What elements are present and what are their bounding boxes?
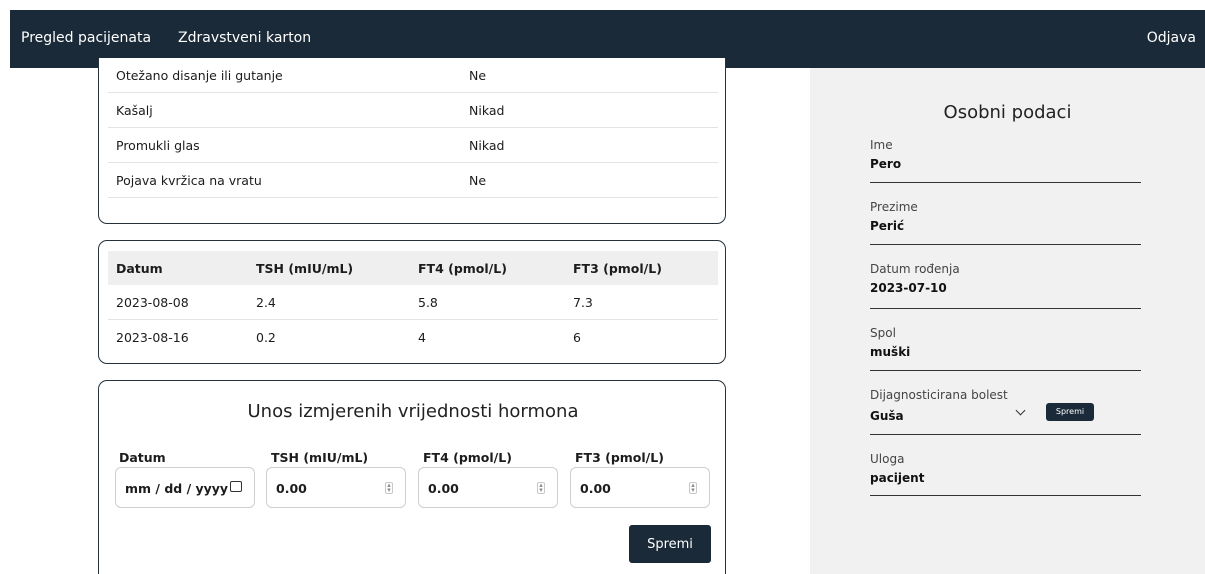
date-label: Datum [119, 450, 166, 465]
cell-ft4: 4 [418, 330, 426, 345]
hormone-entry-form: Unos izmjerenih vrijednosti hormona Datu… [98, 380, 726, 574]
field-value: 2023-07-10 [870, 281, 947, 295]
diagnosed-disease-field: Dijagnosticirana bolest Guša Spremi [870, 388, 1141, 435]
nav-link-health-record[interactable]: Zdravstveni karton [178, 30, 311, 46]
table-row: 2023-08-16 0.2 4 6 [108, 320, 718, 355]
ft3-value: 0.00 [580, 481, 611, 496]
cell-tsh: 2.4 [256, 295, 276, 310]
cell-ft3: 7.3 [573, 295, 593, 310]
column-header-ft4: FT4 (pmol/L) [418, 261, 507, 276]
ft4-label: FT4 (pmol/L) [423, 450, 512, 465]
role-field: Uloga pacijent [870, 452, 1141, 496]
ft3-input[interactable]: 0.00 ▴ ▾ [570, 467, 710, 508]
field-label: Ime [870, 138, 893, 152]
cell-date: 2023-08-08 [116, 295, 189, 310]
hormone-history-card: Datum TSH (mIU/mL) FT4 (pmol/L) FT3 (pmo… [98, 240, 726, 364]
save-hormones-button[interactable]: Spremi [629, 525, 711, 563]
field-label: Prezime [870, 200, 918, 214]
symptom-value: Nikad [469, 138, 505, 153]
symptom-value: Nikad [469, 103, 505, 118]
cell-ft3: 6 [573, 330, 581, 345]
chevron-down-icon[interactable] [1015, 405, 1026, 416]
field-value: Pero [870, 157, 902, 171]
column-header-date: Datum [116, 261, 163, 276]
ft4-value: 0.00 [428, 481, 459, 496]
date-placeholder: mm / dd / yyyy [125, 481, 229, 496]
symptom-label: Otežano disanje ili gutanje [116, 68, 283, 83]
cell-date: 2023-08-16 [116, 330, 189, 345]
symptom-label: Kašalj [116, 103, 153, 118]
table-row: 2023-08-08 2.4 5.8 7.3 [108, 285, 718, 320]
table-header: Datum TSH (mIU/mL) FT4 (pmol/L) FT3 (pmo… [108, 251, 718, 285]
ft4-input[interactable]: 0.00 ▴ ▾ [418, 467, 558, 508]
symptom-row: Otežano disanje ili gutanje Ne [108, 58, 718, 93]
field-value: muški [870, 345, 911, 359]
calendar-icon[interactable] [230, 481, 242, 492]
field-label: Datum rođenja [870, 262, 960, 276]
tsh-input[interactable]: 0.00 ▴ ▾ [266, 467, 406, 508]
spinner-icon[interactable]: ▴ ▾ [689, 482, 697, 494]
symptom-value: Ne [469, 173, 487, 188]
logout-link[interactable]: Odjava [1147, 30, 1196, 46]
field-label: Uloga [870, 452, 905, 466]
symptom-row: Pojava kvržica na vratu Ne [108, 163, 718, 198]
field-label: Spol [870, 326, 896, 340]
symptom-label: Promukli glas [116, 138, 200, 153]
spinner-icon[interactable]: ▴ ▾ [537, 482, 545, 494]
symptom-row: Kašalj Nikad [108, 93, 718, 128]
field-value: pacijent [870, 471, 925, 485]
gender-field: Spol muški [870, 326, 1141, 371]
save-disease-button[interactable]: Spremi [1046, 403, 1094, 421]
spinner-icon[interactable]: ▴ ▾ [385, 482, 393, 494]
symptom-row: Promukli glas Nikad [108, 128, 718, 163]
tsh-value: 0.00 [276, 481, 307, 496]
nav-link-patients-overview[interactable]: Pregled pacijenata [21, 30, 151, 46]
column-header-tsh: TSH (mIU/mL) [256, 261, 354, 276]
first-name-field: Ime Pero [870, 138, 1141, 183]
symptom-label: Pojava kvržica na vratu [116, 173, 262, 188]
symptom-value: Ne [469, 68, 487, 83]
disease-select[interactable]: Guša [870, 409, 904, 423]
personal-data-panel: Osobni podaci Ime Pero Prezime Perić Dat… [810, 68, 1205, 574]
tsh-label: TSH (mIU/mL) [271, 450, 369, 465]
column-header-ft3: FT3 (pmol/L) [573, 261, 662, 276]
field-value: Perić [870, 219, 905, 233]
last-name-field: Prezime Perić [870, 200, 1141, 245]
date-input[interactable]: mm / dd / yyyy [115, 467, 255, 508]
field-label: Dijagnosticirana bolest [870, 388, 1008, 402]
symptoms-card: Otežano disanje ili gutanje Ne Kašalj Ni… [98, 58, 726, 224]
birth-date-field: Datum rođenja 2023-07-10 [870, 262, 1141, 309]
form-title: Unos izmjerenih vrijednosti hormona [247, 401, 579, 422]
cell-tsh: 0.2 [256, 330, 276, 345]
panel-title: Osobni podaci [943, 102, 1072, 123]
cell-ft4: 5.8 [418, 295, 438, 310]
ft3-label: FT3 (pmol/L) [575, 450, 664, 465]
